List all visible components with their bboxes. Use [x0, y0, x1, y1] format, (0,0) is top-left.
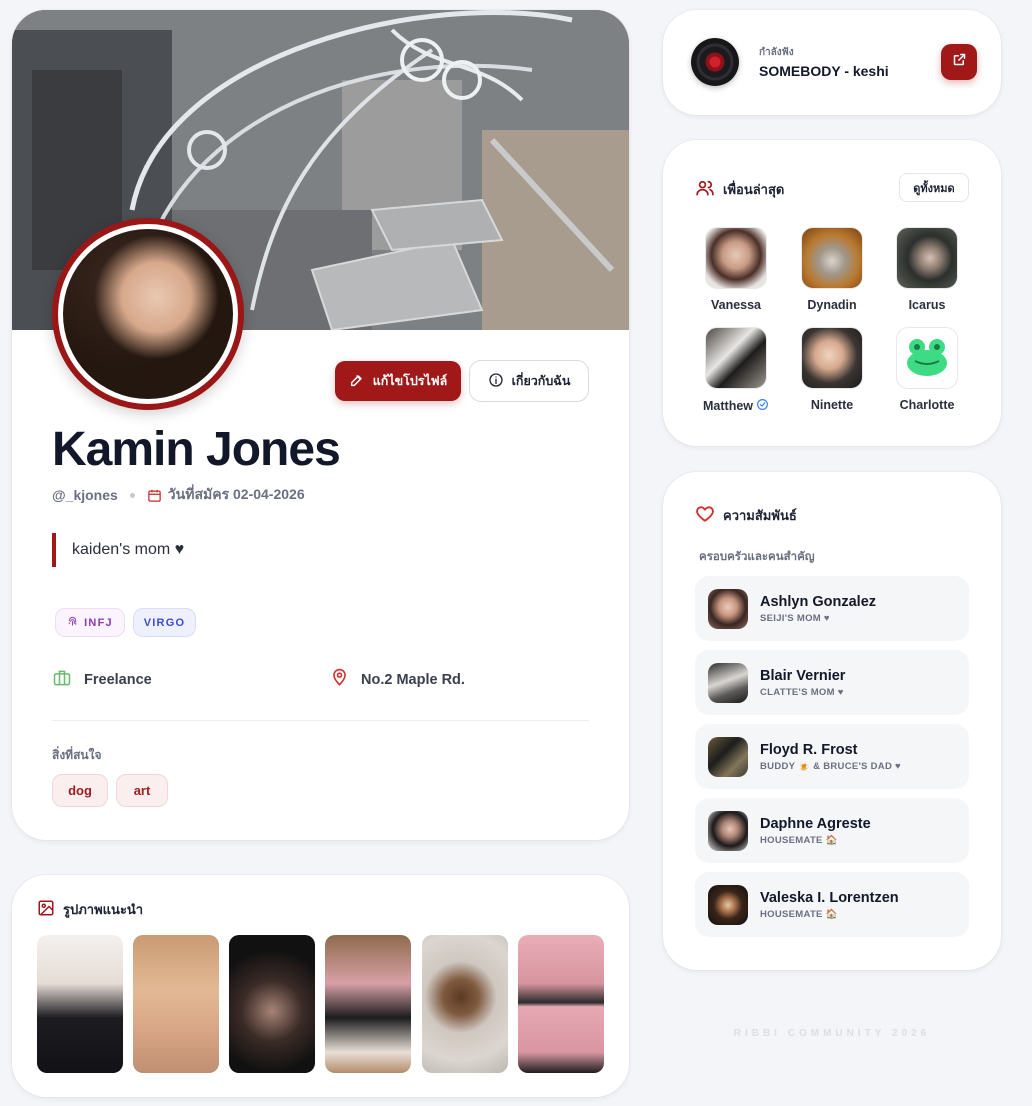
featured-photos-card: รูปภาพแนะนำ — [12, 875, 629, 1097]
relationships-subtitle: ครอบครัวและคนสำคัญ — [699, 551, 815, 563]
relationships-heading: ความสัมพันธ์ — [695, 504, 797, 527]
relation-item[interactable]: Blair Vernier CLATTE'S MOM ♥ — [695, 650, 969, 715]
friend-name: Charlotte — [899, 398, 955, 412]
friend-name: Icarus — [908, 298, 946, 312]
map-pin-icon — [330, 668, 349, 691]
relation-role: BUDDY 🍺 & BRUCE'S DAD ♥ — [760, 760, 901, 772]
edit-profile-label: แก้ไขโปรไฟล์ — [372, 374, 448, 388]
now-playing-card: กำลังฟัง SOMEBODY - keshi — [663, 10, 1001, 115]
relation-avatar — [708, 736, 748, 777]
zodiac-label: VIRGO — [143, 616, 186, 629]
relation-name: Daphne Agreste — [760, 815, 871, 832]
friends-heading: เพื่อนล่าสุด — [695, 178, 784, 201]
relation-item[interactable]: Ashlyn Gonzalez SEIJI'S MOM ♥ — [695, 576, 969, 641]
relation-avatar — [708, 810, 748, 851]
mbti-tag: INFJ — [55, 608, 125, 637]
external-link-icon — [952, 52, 967, 72]
frog-icon — [900, 329, 954, 388]
featured-photo[interactable] — [518, 935, 604, 1073]
divider — [52, 720, 589, 721]
relationships-title: ความสัมพันธ์ — [723, 508, 797, 523]
interests-heading: สิ่งที่สนใจ — [52, 748, 102, 762]
calendar-icon — [147, 488, 162, 503]
friend-item[interactable]: Dynadin — [792, 227, 872, 312]
song-title: SOMEBODY - keshi — [759, 63, 889, 79]
interest-chip[interactable]: dog — [52, 774, 108, 807]
relation-avatar — [708, 588, 748, 629]
featured-photo[interactable] — [422, 935, 508, 1073]
relation-role: SEIJI'S MOM ♥ — [760, 612, 830, 624]
fingerprint-icon — [67, 616, 78, 630]
featured-photo[interactable] — [133, 935, 219, 1073]
relation-item[interactable]: Daphne Agreste HOUSEMATE 🏠 — [695, 798, 969, 863]
profile-meta: @_kjones วันที่สมัคร 02-04-2026 — [52, 484, 305, 506]
relation-name: Ashlyn Gonzalez — [760, 593, 877, 610]
friend-item[interactable]: Matthew — [696, 327, 776, 414]
featured-photo[interactable] — [229, 935, 315, 1073]
relation-role: CLATTE'S MOM ♥ — [760, 686, 844, 698]
see-all-friends-button[interactable]: ดูทั้งหมด — [899, 173, 969, 202]
friend-name: Vanessa — [710, 298, 762, 312]
friend-name: Ninette — [810, 398, 854, 412]
relation-name: Floyd R. Frost — [760, 741, 858, 758]
friend-avatar — [801, 227, 863, 289]
photos-heading: รูปภาพแนะนำ — [37, 899, 143, 920]
friends-title: เพื่อนล่าสุด — [723, 182, 785, 197]
verified-badge-icon — [756, 398, 769, 414]
profile-handle: @_kjones — [52, 487, 118, 503]
footer-text: RIBBI COMMUNITY 2026 — [733, 1028, 931, 1039]
separator-dot — [129, 492, 135, 498]
profile-card: แก้ไขโปรไฟล์ เกี่ยวกับฉัน Kamin Jones @_… — [12, 10, 629, 840]
briefcase-icon — [52, 668, 72, 692]
friend-avatar — [801, 327, 863, 389]
zodiac-tag: VIRGO — [133, 608, 196, 637]
vinyl-disc-icon — [691, 38, 739, 86]
friend-item[interactable]: Ninette — [792, 327, 872, 412]
location-info: No.2 Maple Rd. — [330, 668, 465, 691]
friend-avatar — [705, 227, 767, 289]
friend-item[interactable]: Vanessa — [696, 227, 776, 312]
heart-icon — [695, 504, 715, 527]
info-icon — [488, 372, 504, 391]
now-playing-label: กำลังฟัง — [759, 47, 794, 58]
relation-item[interactable]: Floyd R. Frost BUDDY 🍺 & BRUCE'S DAD ♥ — [695, 724, 969, 789]
relationships-card: ความสัมพันธ์ ครอบครัวและคนสำคัญ Ashlyn G… — [663, 472, 1001, 970]
users-icon — [695, 178, 715, 201]
relation-avatar — [708, 884, 748, 925]
friend-avatar — [705, 327, 767, 389]
friend-item[interactable]: Icarus — [887, 227, 967, 312]
relation-item[interactable]: Valeska I. Lorentzen HOUSEMATE 🏠 — [695, 872, 969, 937]
profile-name: Kamin Jones — [52, 423, 341, 476]
profile-avatar[interactable] — [52, 218, 244, 410]
relation-role: HOUSEMATE 🏠 — [760, 834, 838, 846]
open-song-button[interactable] — [941, 44, 977, 80]
image-icon — [37, 899, 55, 920]
profile-bio: kaiden's mom ♥ — [52, 533, 184, 567]
featured-photo[interactable] — [325, 935, 411, 1073]
relation-avatar — [708, 662, 748, 703]
friend-name: Dynadin — [807, 298, 857, 312]
recent-friends-card: เพื่อนล่าสุด ดูทั้งหมด Vanessa Dynadin I… — [663, 140, 1001, 446]
interest-chip[interactable]: art — [116, 774, 168, 807]
relation-name: Blair Vernier — [760, 667, 846, 684]
friend-item[interactable]: Charlotte — [887, 327, 967, 412]
friend-avatar — [896, 227, 958, 289]
photos-title: รูปภาพแนะนำ — [63, 902, 144, 917]
edit-icon — [349, 372, 365, 391]
relation-role: HOUSEMATE 🏠 — [760, 908, 838, 920]
edit-profile-button[interactable]: แก้ไขโปรไฟล์ — [335, 361, 461, 401]
join-date: วันที่สมัคร 02-04-2026 — [167, 486, 305, 502]
mbti-label: INFJ — [84, 616, 113, 629]
location-label: No.2 Maple Rd. — [361, 671, 465, 688]
friend-avatar — [896, 327, 958, 389]
relation-name: Valeska I. Lorentzen — [760, 889, 899, 906]
featured-photo[interactable] — [37, 935, 123, 1073]
about-me-label: เกี่ยวกับฉัน — [511, 374, 571, 388]
friend-name: Matthew — [703, 399, 753, 413]
work-info: Freelance — [52, 668, 152, 692]
work-label: Freelance — [84, 672, 152, 688]
about-me-button[interactable]: เกี่ยวกับฉัน — [469, 360, 589, 402]
